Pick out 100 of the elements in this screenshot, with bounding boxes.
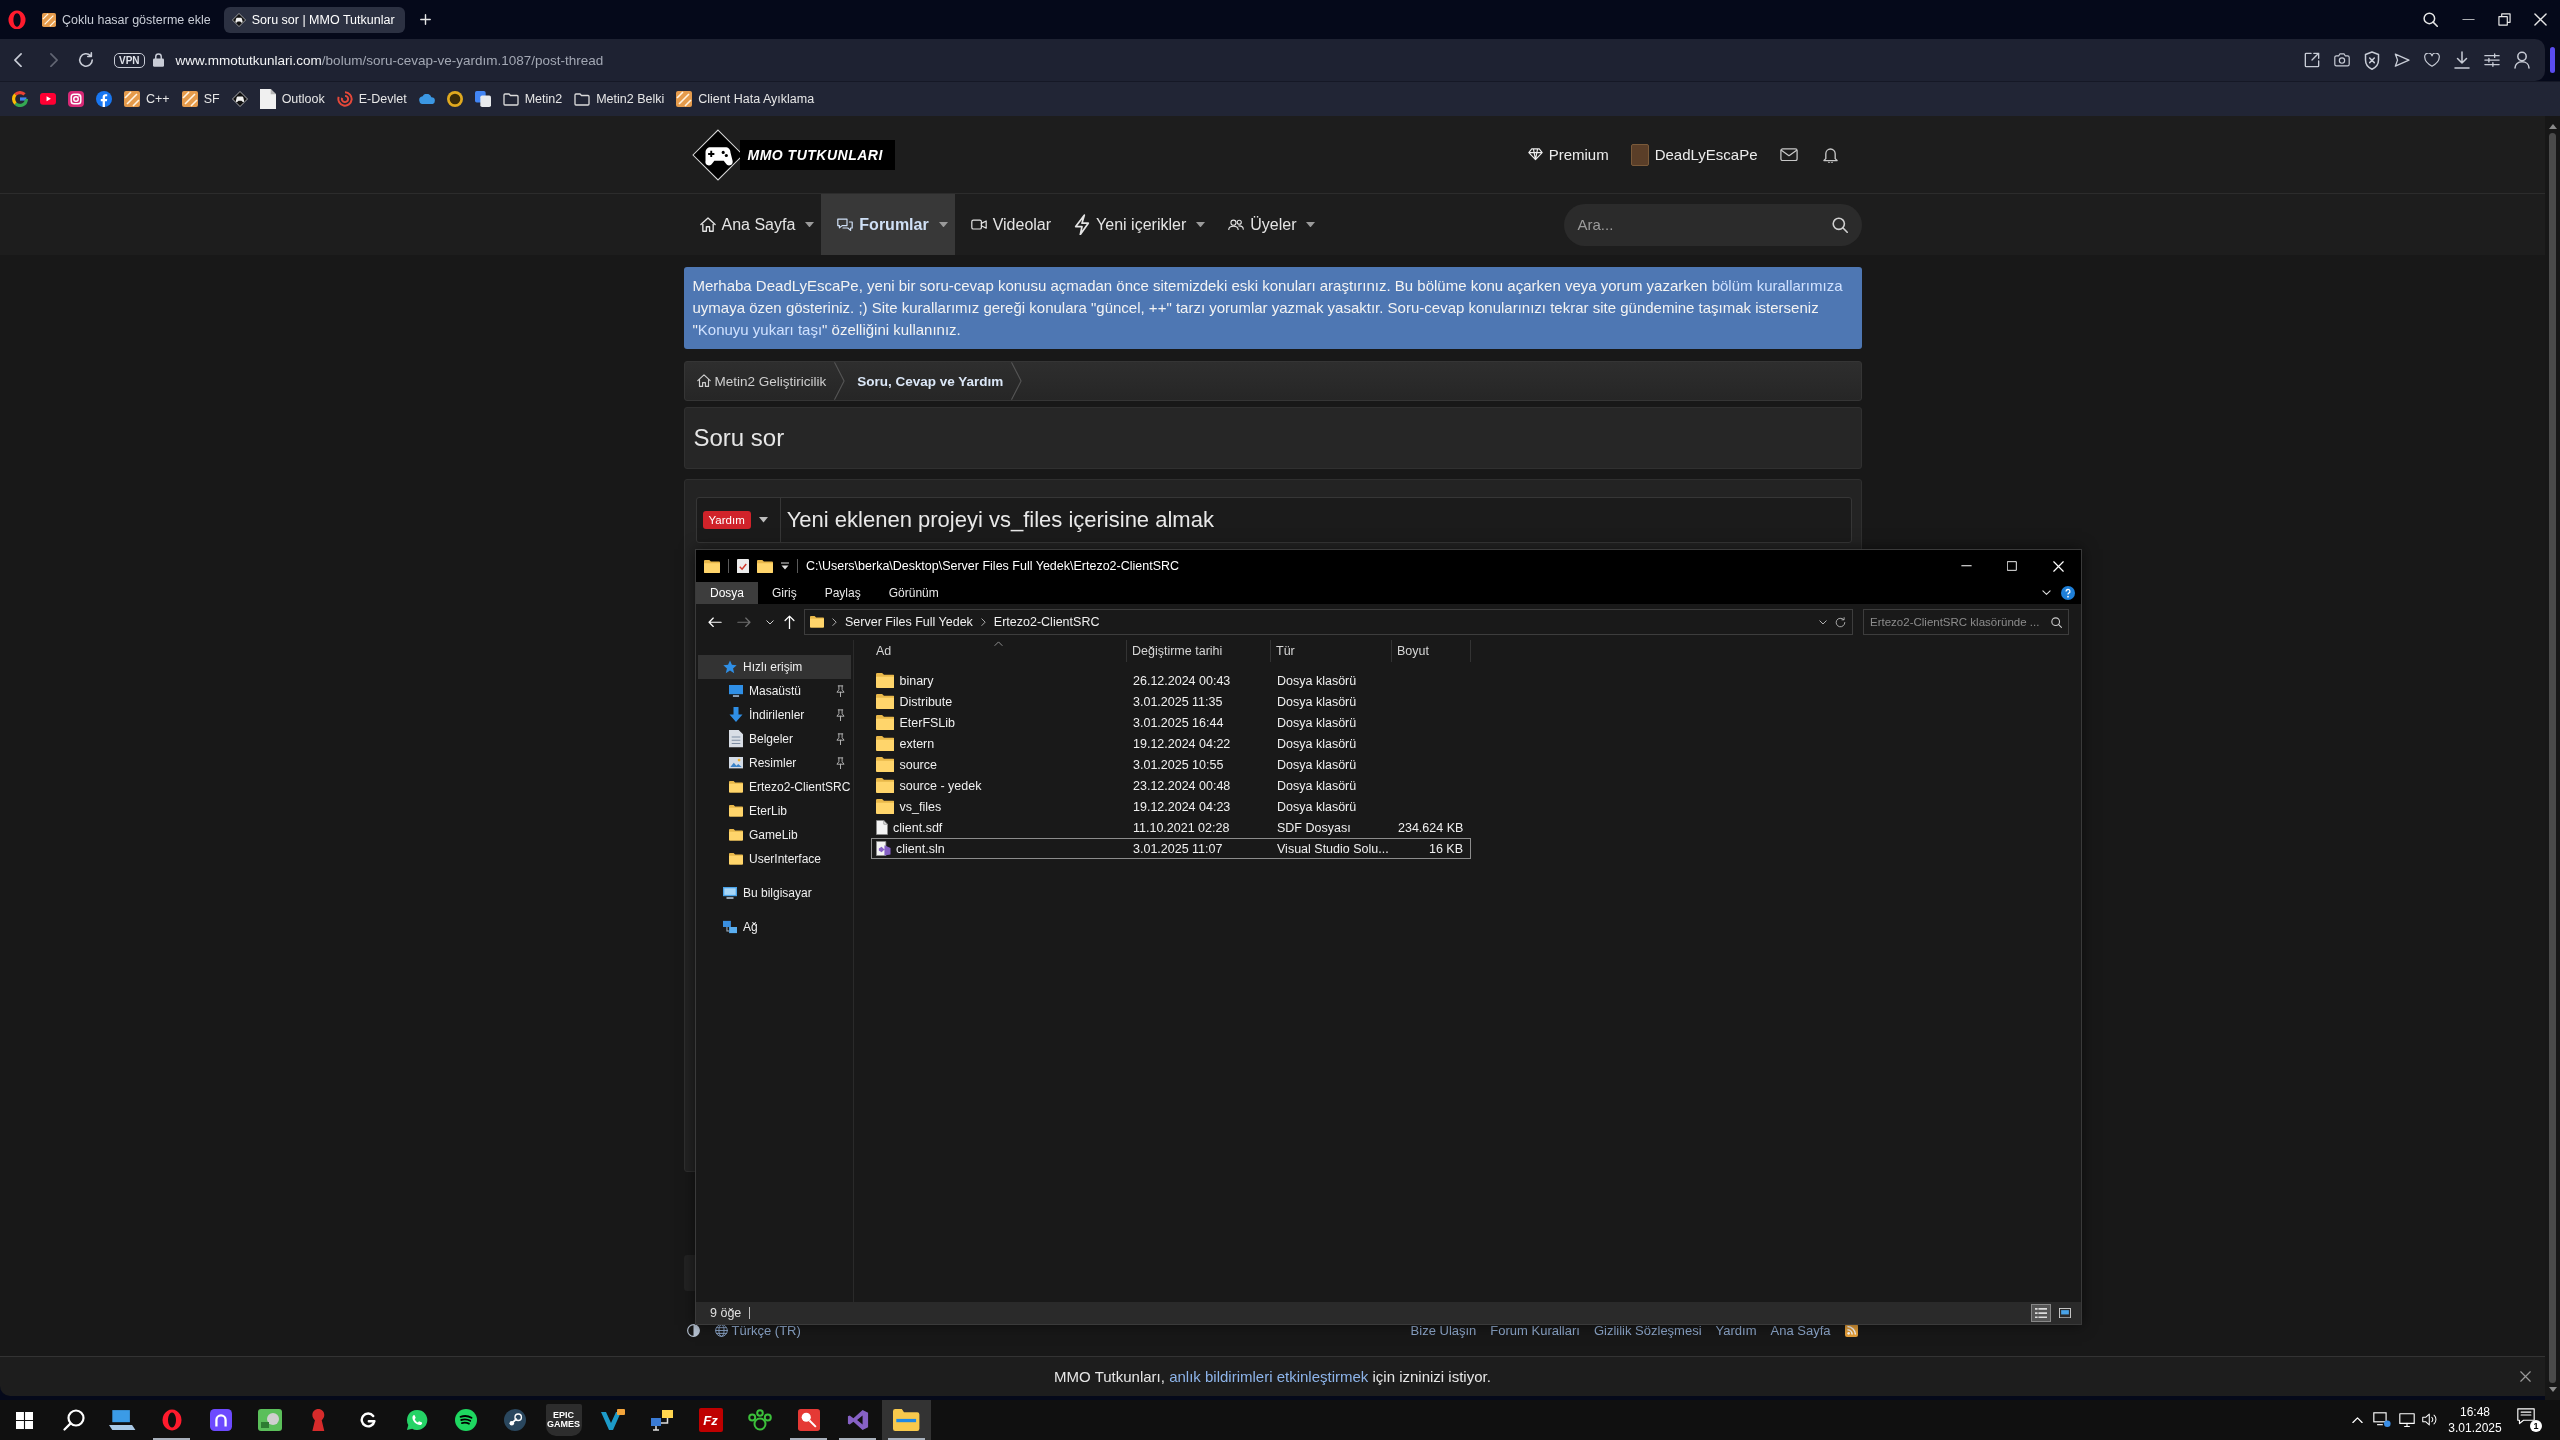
caret-up-icon[interactable] [2352, 1416, 2363, 1424]
ring-icon[interactable] [8, 9, 26, 30]
forward-icon[interactable] [50, 52, 58, 68]
file-row[interactable]: Distribute 3.01.2025 11:35 Dosya klasörü [871, 691, 1471, 712]
ribbon-tab[interactable]: Görünüm [874, 582, 953, 604]
search-field[interactable]: Ara... [1563, 203, 1862, 246]
restore-icon[interactable] [2498, 13, 2511, 26]
caret-down-icon[interactable] [758, 517, 768, 523]
sidebar-tab[interactable] [2550, 47, 2555, 73]
nav-item[interactable]: Resimler [698, 751, 851, 775]
plus-icon[interactable] [419, 14, 431, 25]
send-icon[interactable] [2394, 52, 2410, 68]
download-icon[interactable] [2454, 51, 2470, 69]
breadcrumb-link[interactable]: Metin2 Geliştiricilik [684, 362, 835, 400]
footer-link[interactable]: Forum Kuralları [1490, 1322, 1580, 1338]
browser-tab[interactable]: Soru sor | MMO Tutkunlar [223, 6, 405, 33]
prefix-badge[interactable]: Yardım [702, 511, 751, 529]
nav-item[interactable]: UserInterface [698, 847, 851, 871]
ribbon-tab[interactable]: Paylaş [810, 582, 875, 604]
taskbar-button[interactable]: Fz [686, 1400, 735, 1440]
bookmark[interactable]: C++ [124, 91, 170, 107]
breadcrumb-link[interactable]: Soru, Cevap ve Yardım [845, 362, 1012, 400]
url-field[interactable]: www.mmotutkunlari.com/bolum/soru-cevap-ve-yardım.1087/post-thread [175, 52, 604, 68]
bookmark[interactable] [231, 91, 248, 107]
file-row[interactable]: extern 19.12.2024 04:22 Dosya klasörü [871, 733, 1471, 754]
file-row[interactable]: EterFSLib 3.01.2025 16:44 Dosya klasörü [871, 712, 1471, 733]
bookmark[interactable]: Outlook [259, 89, 325, 109]
bookmark[interactable]: Metin2 Belki [574, 92, 665, 106]
file-row[interactable]: vs_files 19.12.2024 04:23 Dosya klasörü [871, 796, 1471, 817]
nav-item[interactable]: Ağ [698, 915, 851, 939]
help-icon[interactable] [2061, 586, 2075, 600]
caret-down-icon[interactable] [781, 562, 789, 570]
bookmark[interactable] [446, 91, 463, 107]
box-arrow-icon[interactable] [2304, 52, 2320, 68]
footer-link[interactable]: Bize Ulaşın [1410, 1322, 1477, 1338]
close-icon[interactable] [2520, 1371, 2531, 1382]
taskbar-button[interactable] [882, 1400, 931, 1440]
bookmark[interactable] [12, 91, 28, 107]
address-field[interactable]: Server Files Full Yedek Ertezo2-ClientSRC [804, 609, 1853, 635]
title-field[interactable]: Yardım Yeni eklenen projeyi vs_files içerisine almak [695, 497, 1852, 543]
monitor-icon[interactable] [2399, 1412, 2415, 1428]
search-field[interactable]: Ertezo2-ClientSRC klasöründe ... [1863, 609, 2069, 635]
reload-icon[interactable] [78, 52, 94, 68]
clock-date[interactable]: 3.01.2025 [2448, 1420, 2502, 1436]
contrast-icon[interactable] [686, 1323, 700, 1337]
maximize-icon[interactable] [2007, 561, 2017, 571]
bookmark[interactable] [40, 93, 56, 105]
chevron-down-icon[interactable] [1819, 619, 1827, 625]
camera-icon[interactable] [2334, 53, 2350, 67]
file-row[interactable]: client.sdf 11.10.2021 02:28 SDF Dosyası 234.624 KB [871, 817, 1471, 838]
taskbar-button[interactable]: EPIC GAMES [539, 1400, 588, 1440]
up-arrow-icon[interactable] [784, 614, 795, 630]
ribbon-tab[interactable]: Dosya [696, 582, 758, 604]
heart-icon[interactable] [2424, 52, 2440, 68]
nav-tab[interactable]: Yeni içerikler [1058, 194, 1213, 255]
nav-item[interactable]: Belgeler [698, 727, 851, 751]
view-button[interactable] [2031, 1304, 2051, 1322]
footer-link[interactable]: Gizlilik Sözleşmesi [1593, 1322, 1702, 1338]
nav-item[interactable]: İndirilenler [698, 703, 851, 727]
file-row[interactable]: client.sln 3.01.2025 11:07 Visual Studio Solu... 16 KB [871, 838, 1471, 859]
forward-arrow-icon[interactable] [737, 616, 751, 628]
search-icon[interactable] [2423, 12, 2438, 27]
bookmark[interactable]: SF [181, 91, 220, 107]
site-logo[interactable]: MMO TUTKUNLARI [691, 128, 895, 181]
minimize-icon[interactable] [2462, 18, 2475, 21]
browser-tab[interactable]: Çoklu hasar gösterme ekle [34, 6, 221, 33]
path-segment[interactable]: Server Files Full Yedek [845, 615, 973, 629]
nav-tab[interactable]: Videolar [954, 194, 1059, 255]
bookmark[interactable]: E-Devlet [336, 91, 407, 107]
bell-icon[interactable] [1822, 145, 1838, 164]
bookmark[interactable] [68, 91, 84, 107]
nav-tab[interactable]: Ana Sayfa [683, 194, 822, 255]
nav-item[interactable]: Masaüstü [698, 679, 851, 703]
nav-tab[interactable]: Üyeler [1212, 194, 1323, 255]
nav-item[interactable]: Ertezo2-ClientSRC [698, 775, 851, 799]
display-status-icon[interactable] [2373, 1412, 2391, 1428]
nav-item[interactable]: GameLib [698, 823, 851, 847]
back-arrow-icon[interactable] [708, 616, 722, 628]
shield-x-icon[interactable] [2364, 50, 2380, 70]
chevron-down-icon[interactable] [766, 619, 774, 625]
account-link[interactable]: DeadLyEscaPe [1630, 143, 1758, 166]
checklist-icon[interactable] [737, 558, 749, 574]
notification-link[interactable]: anlık bildirimleri etkinleştirmek [1169, 1368, 1369, 1385]
nav-item[interactable]: Bu bilgisayar [698, 881, 851, 905]
footer-link[interactable]: Ana Sayfa [1770, 1322, 1831, 1338]
footer-link[interactable]: Yardım [1715, 1322, 1757, 1338]
scrollbar-thumb[interactable] [2549, 133, 2556, 1383]
file-row[interactable]: source - yedek 23.12.2024 00:48 Dosya klasörü [871, 775, 1471, 796]
nav-tab[interactable]: Forumlar [821, 194, 955, 255]
back-icon[interactable] [14, 52, 22, 68]
person-icon[interactable] [2514, 51, 2530, 69]
chevron-down-icon[interactable] [2042, 590, 2051, 596]
column-header[interactable]: Boyut [1392, 640, 1471, 662]
vpn-badge[interactable]: VPN [114, 52, 145, 68]
nav-item[interactable]: EterLib [698, 799, 851, 823]
bookmark[interactable] [474, 91, 491, 107]
path-segment[interactable]: Ertezo2-ClientSRC [993, 615, 1100, 629]
clock-time[interactable]: 16:48 [2460, 1404, 2490, 1420]
bookmark[interactable]: Client Hata Ayıklama [676, 91, 815, 107]
nav-item[interactable]: Hızlı erişim [698, 655, 851, 679]
